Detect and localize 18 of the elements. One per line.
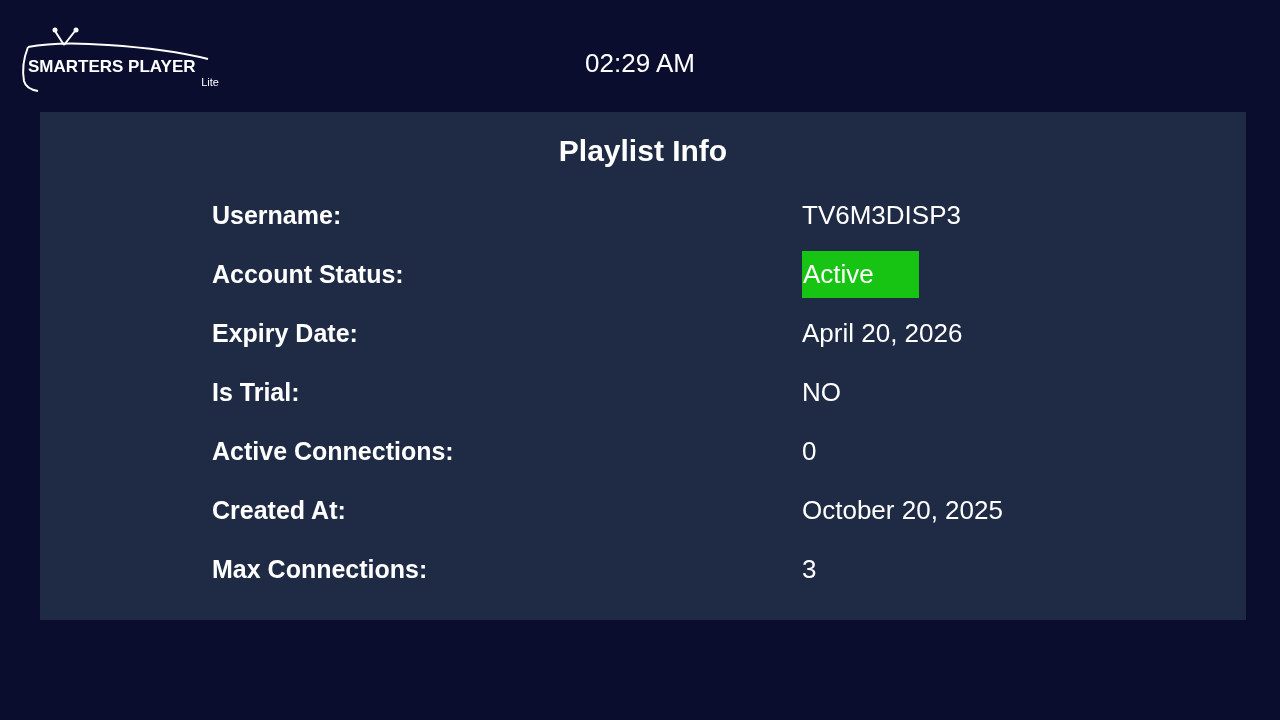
field-label: Active Connections: [212, 437, 455, 466]
field-label: Expiry Date: [212, 319, 359, 348]
logo-text: SMARTERS PLAYER [28, 57, 196, 77]
field-label: Max Connections: [212, 555, 429, 584]
field-label: Username: [212, 201, 343, 230]
field-label: Account Status: [212, 260, 405, 289]
field-label: Created At: [212, 496, 347, 525]
status-badge: Active [802, 251, 919, 298]
field-value: April 20, 2026 [802, 318, 963, 349]
field-value: TV6M3DISP3 [802, 200, 961, 231]
field-value: October 20, 2025 [802, 495, 1003, 526]
field-value: 3 [802, 554, 817, 585]
panel-title: Playlist Info [558, 134, 728, 168]
field-label: Is Trial: [212, 378, 301, 407]
field-value: 0 [802, 436, 817, 467]
field-value: NO [802, 377, 841, 408]
logo-subtitle: Lite [201, 76, 219, 88]
clock-time: 02:29 AM [585, 48, 695, 79]
